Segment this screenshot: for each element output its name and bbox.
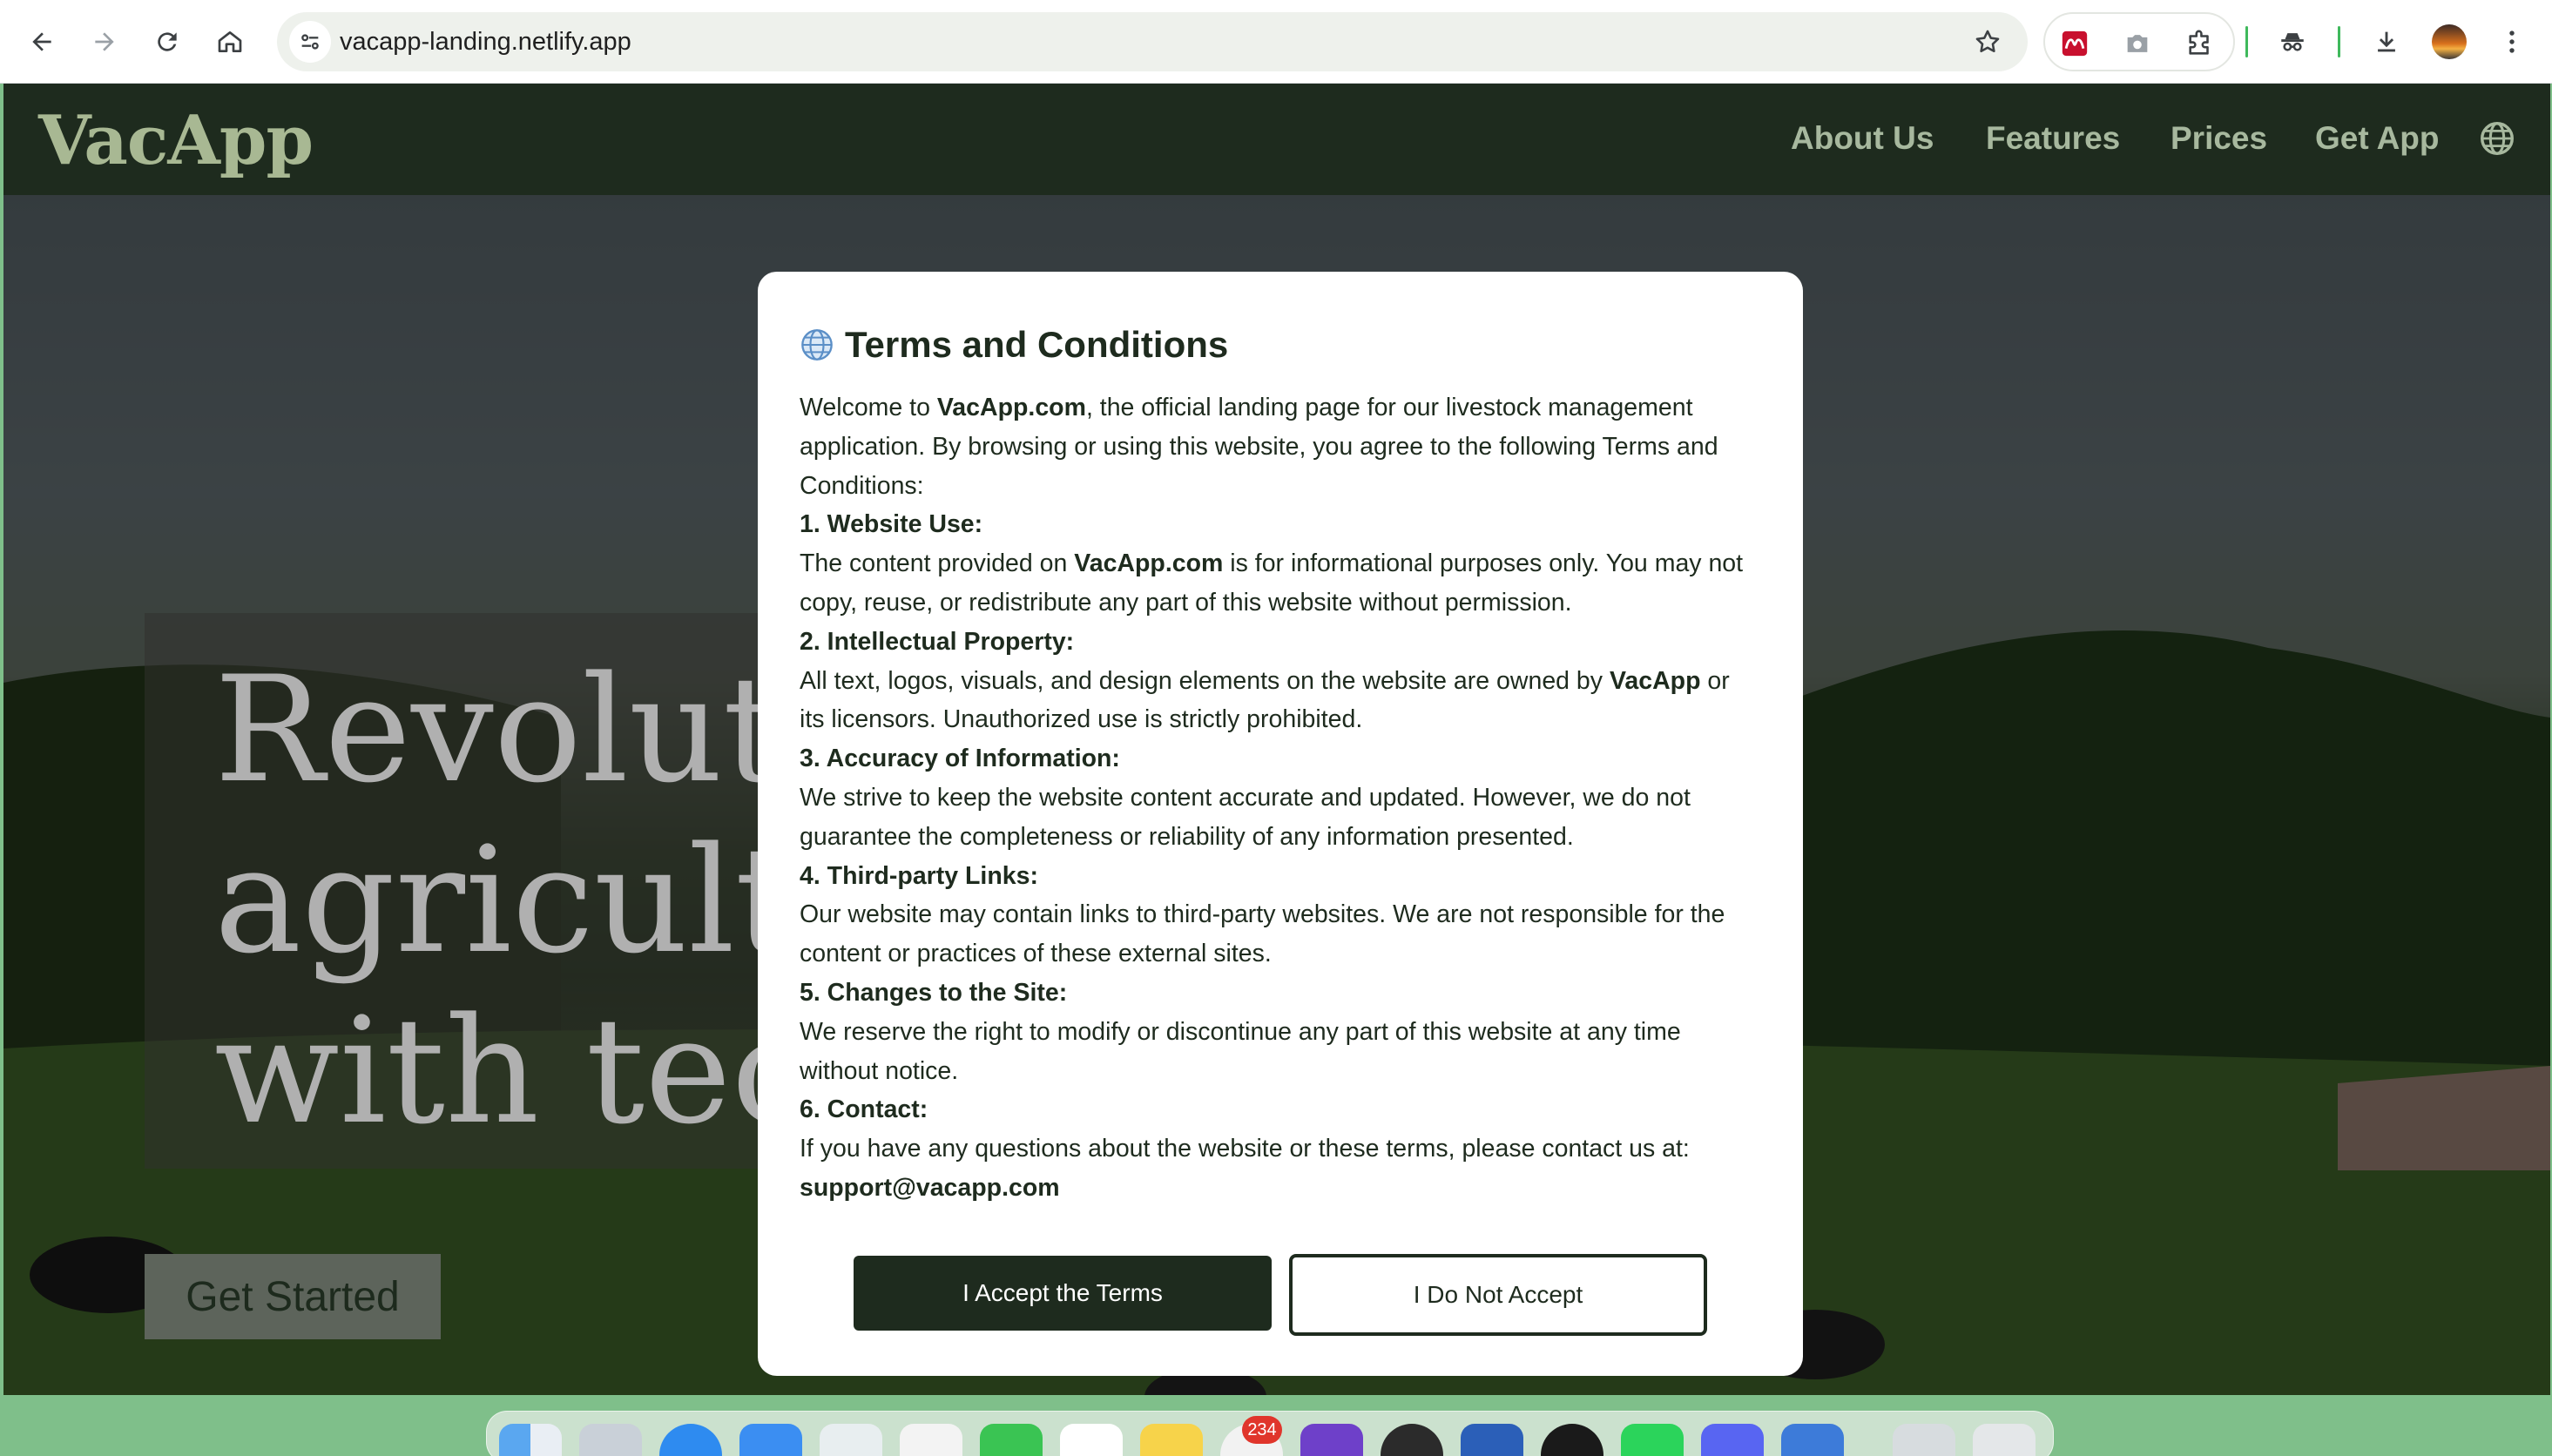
back-button[interactable] <box>21 21 63 63</box>
modal-header: Terms and Conditions <box>800 317 1761 373</box>
section-title: 1. Website Use: <box>800 510 983 539</box>
extensions-group <box>2043 12 2235 71</box>
decline-terms-button[interactable]: I Do Not Accept <box>1289 1254 1707 1336</box>
site-logo[interactable]: VacApp <box>38 101 314 180</box>
extension-mendeley-button[interactable] <box>2056 24 2094 63</box>
maps-icon[interactable] <box>820 1424 882 1456</box>
section-text: All text, logos, visuals, and design ele… <box>800 666 1610 695</box>
browser-toolbar: vacapp-landing.netlify.app <box>0 0 2552 84</box>
github-desktop-icon[interactable] <box>1300 1424 1363 1456</box>
section-heading: 2. Intellectual Property: <box>800 623 1761 662</box>
section-heading: 5. Changes to the Site: <box>800 974 1761 1013</box>
photos-icon[interactable] <box>900 1424 962 1456</box>
reload-icon <box>158 32 177 51</box>
section-title: 2. Intellectual Property: <box>800 627 1075 656</box>
address-bar[interactable]: vacapp-landing.netlify.app <box>277 12 2028 71</box>
section-body: We reserve the right to modify or discon… <box>800 1017 1681 1085</box>
section-body: We strive to keep the website content ac… <box>800 783 1691 851</box>
home-button[interactable] <box>209 21 251 63</box>
mendeley-icon <box>2062 30 2088 57</box>
notes-icon[interactable] <box>1140 1424 1203 1456</box>
intro-paragraph: Welcome to VacApp.com, the official land… <box>800 388 1761 505</box>
nav-features[interactable]: Features <box>1986 120 2120 157</box>
notification-badge: 234 <box>1242 1416 1282 1444</box>
download-icon <box>2378 31 2395 52</box>
site-info-button[interactable] <box>289 21 331 63</box>
arrow-right-icon <box>95 32 114 51</box>
spotify-icon[interactable] <box>1541 1424 1603 1456</box>
browser-menu-button[interactable] <box>2491 21 2533 63</box>
brand-name: VacApp.com <box>936 394 1086 421</box>
safari-icon[interactable] <box>659 1424 722 1456</box>
incognito-button[interactable] <box>2272 21 2313 63</box>
reload-button[interactable] <box>146 21 188 63</box>
globe-icon <box>801 329 833 361</box>
intro-text: Welcome to <box>800 394 937 421</box>
get-started-button[interactable]: Get Started <box>145 1254 441 1339</box>
email-text: support@vacapp.com <box>800 1173 1060 1202</box>
section-body: All text, logos, visuals, and design ele… <box>800 662 1761 740</box>
section-title: 3. Accuracy of Information: <box>800 745 1120 773</box>
nav-get-app[interactable]: Get App <box>2315 120 2440 157</box>
brand-name: VacApp <box>1609 666 1701 695</box>
incognito-icon <box>2281 33 2304 51</box>
home-icon <box>218 31 242 52</box>
language-globe-icon[interactable] <box>2477 118 2517 158</box>
section-title: 5. Changes to the Site: <box>800 978 1068 1007</box>
section-body: If you have any questions about the webs… <box>800 1135 1690 1163</box>
section-body: Our website may contain links to third-p… <box>800 900 1725 968</box>
modal-title: Terms and Conditions <box>845 324 1229 365</box>
camera-icon <box>2127 35 2148 52</box>
star-icon <box>1975 30 2000 53</box>
finder-icon[interactable] <box>499 1424 562 1456</box>
profile-avatar[interactable] <box>2432 24 2467 59</box>
forward-button[interactable] <box>84 21 125 63</box>
extension-screenshot-button[interactable] <box>2118 24 2157 63</box>
more-vertical-icon <box>2509 30 2515 53</box>
nav-prices[interactable]: Prices <box>2171 120 2267 157</box>
chatgpt-icon[interactable] <box>1381 1424 1443 1456</box>
facetime-icon[interactable] <box>980 1424 1043 1456</box>
contact-email[interactable]: support@vacapp.com <box>800 1169 1761 1208</box>
site-header: VacApp About Us Features Prices Get App <box>3 84 2550 195</box>
puzzle-icon <box>2189 30 2209 55</box>
trash-icon[interactable] <box>1973 1424 2036 1456</box>
tune-icon <box>301 34 319 50</box>
brand-name: VacApp.com <box>1074 549 1224 578</box>
word-icon[interactable] <box>1461 1424 1523 1456</box>
toolbar-separator <box>2338 26 2340 57</box>
section-body: The content provided on VacApp.com is fo… <box>800 544 1761 623</box>
launchpad-icon[interactable] <box>579 1424 642 1456</box>
arrow-left-icon <box>32 32 51 51</box>
vscode-icon[interactable] <box>1781 1424 1844 1456</box>
section-heading: 6. Contact: <box>800 1090 1761 1129</box>
section-heading: 4. Third-party Links: <box>800 857 1761 896</box>
terms-content: Welcome to VacApp.com, the official land… <box>800 388 1761 1208</box>
section-text: The content provided on <box>800 549 1075 578</box>
downloads-button[interactable] <box>2366 21 2407 63</box>
accept-terms-button[interactable]: I Accept the Terms <box>854 1256 1272 1331</box>
modal-actions: I Accept the Terms I Do Not Accept <box>854 1254 1707 1336</box>
whatsapp-icon[interactable] <box>1621 1424 1684 1456</box>
calendar-icon[interactable] <box>1060 1424 1123 1456</box>
toolbar-separator <box>2245 26 2248 57</box>
url-text[interactable]: vacapp-landing.netlify.app <box>340 12 631 71</box>
downloads-folder-icon[interactable] <box>1893 1424 1955 1456</box>
web-page: VacApp About Us Features Prices Get App … <box>3 84 2550 1395</box>
terms-modal: Terms and Conditions Welcome to VacApp.c… <box>758 272 1803 1376</box>
extensions-menu-button[interactable] <box>2181 24 2219 63</box>
bookmark-button[interactable] <box>1968 23 2007 61</box>
mail-icon[interactable] <box>739 1424 802 1456</box>
discord-icon[interactable] <box>1701 1424 1764 1456</box>
nav-about-us[interactable]: About Us <box>1791 120 1934 157</box>
section-heading: 3. Accuracy of Information: <box>800 739 1761 779</box>
section-title: 6. Contact: <box>800 1095 928 1124</box>
section-title: 4. Third-party Links: <box>800 861 1038 890</box>
section-heading: 1. Website Use: <box>800 505 1761 544</box>
